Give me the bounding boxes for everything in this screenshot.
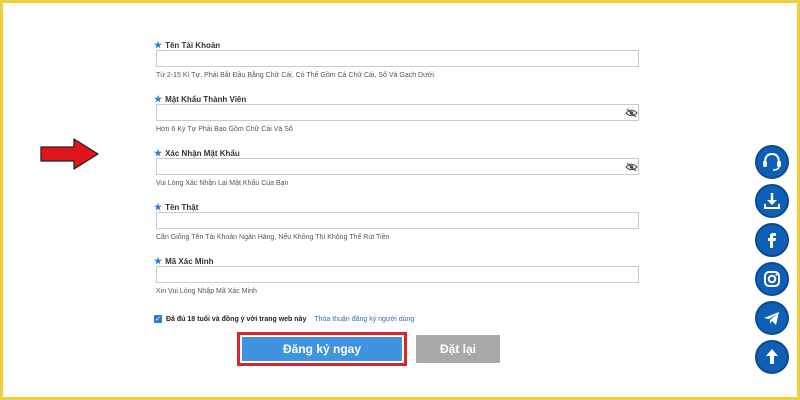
required-star-icon: ★ <box>154 255 163 266</box>
required-star-icon: ★ <box>154 147 163 158</box>
agreement-checkbox[interactable]: ✓ <box>154 315 162 323</box>
required-star-icon: ★ <box>154 93 163 104</box>
password-hint: Hơn 6 Ký Tự Phải Bao Gồm Chữ Cái Và Số <box>156 126 293 133</box>
verification-code-label: Mã Xác Minh <box>165 256 214 266</box>
download-icon[interactable] <box>755 184 789 218</box>
verification-code-input[interactable] <box>156 266 639 283</box>
required-star-icon: ★ <box>154 201 163 212</box>
eye-slash-icon[interactable] <box>625 162 638 172</box>
password-label: Mật Khẩu Thành Viên <box>165 94 247 104</box>
eye-slash-icon[interactable] <box>625 108 638 118</box>
real-name-label: Tên Thật <box>165 202 199 212</box>
agreement-row: ✓ Đã đủ 18 tuổi và đồng ý với trang web … <box>154 313 414 325</box>
confirm-password-input[interactable] <box>156 158 639 175</box>
username-input[interactable] <box>156 50 639 67</box>
username-label: Tên Tài Khoản <box>165 40 221 50</box>
agreement-text: Đã đủ 18 tuổi và đồng ý với trang web nà… <box>166 315 307 323</box>
red-arrow-icon <box>40 138 99 170</box>
password-input[interactable] <box>156 104 639 121</box>
submit-highlight-box: Đăng ký ngay <box>237 332 407 366</box>
support-chat-icon[interactable] <box>755 145 789 179</box>
real-name-input[interactable] <box>156 212 639 229</box>
reset-button[interactable]: Đặt lại <box>416 335 500 363</box>
username-hint: Từ 2-15 Kí Tự, Phải Bắt Đầu Bằng Chữ Cái… <box>156 72 436 79</box>
scroll-top-icon[interactable] <box>755 340 789 374</box>
verification-code-hint: Xin Vui Lòng Nhập Mã Xác Minh <box>156 288 257 295</box>
facebook-icon[interactable] <box>755 223 789 257</box>
confirm-password-hint: Vui Lòng Xác Nhận Lại Mật Khẩu Của Bạn <box>156 180 289 187</box>
register-now-button[interactable]: Đăng ký ngay <box>242 337 402 361</box>
required-star-icon: ★ <box>154 39 163 50</box>
real-name-hint: Cần Giống Tên Tài Khoản Ngân Hàng, Nếu K… <box>156 234 390 241</box>
user-agreement-link[interactable]: Thỏa thuận đăng ký người dùng <box>314 316 414 323</box>
instagram-icon[interactable] <box>755 262 789 296</box>
confirm-password-label: Xác Nhận Mật Khẩu <box>165 148 240 158</box>
telegram-icon[interactable] <box>755 301 789 335</box>
